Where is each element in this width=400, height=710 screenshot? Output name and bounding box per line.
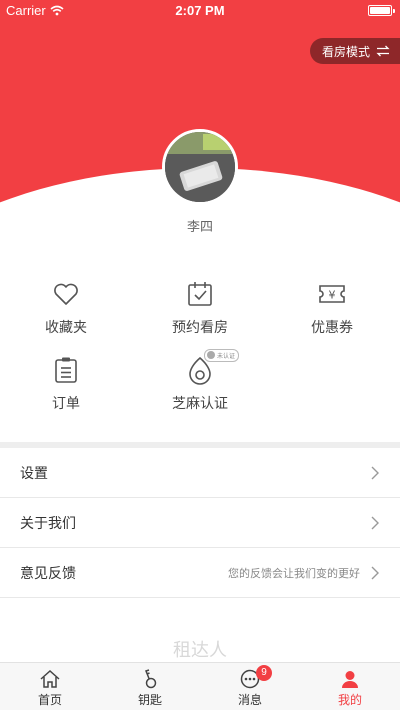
home-icon: [40, 669, 60, 688]
battery-level: [370, 7, 390, 14]
verification-status-text: 未认证: [217, 354, 236, 360]
avatar-photo: [165, 132, 235, 202]
coupons-button[interactable]: ¥ 优惠券: [272, 279, 392, 337]
footer-brand: 租达人: [173, 640, 227, 660]
tab-home[interactable]: 首页: [0, 663, 100, 710]
favorites-button[interactable]: 收藏夹: [6, 279, 126, 337]
badge-check-icon: [207, 351, 215, 359]
tab-profile-label: 我的: [337, 693, 362, 707]
avatar[interactable]: [162, 129, 238, 205]
viewing-mode-label: 看房模式: [321, 44, 370, 59]
feedback-hint: 您的反馈会让我们变的更好: [228, 567, 360, 580]
sesame-verify-label: 芝麻认证: [172, 395, 228, 411]
orders-label: 订单: [52, 395, 80, 411]
book-viewing-button[interactable]: 预约看房: [140, 279, 260, 337]
feedback-label: 意见反馈: [20, 564, 76, 581]
tab-bar: 首页 钥匙 9 消息 我的: [0, 662, 400, 710]
settings-label: 设置: [20, 464, 48, 481]
tab-home-label: 首页: [37, 693, 62, 707]
favorites-label: 收藏夹: [45, 319, 87, 335]
tab-messages-label: 消息: [237, 693, 262, 707]
about-us-row[interactable]: 关于我们: [0, 498, 400, 548]
battery-icon: [368, 5, 395, 16]
viewing-mode-button[interactable]: 看房模式: [309, 38, 400, 64]
orders-button[interactable]: 订单: [6, 355, 126, 413]
status-bar: Carrier 2:07 PM: [0, 0, 400, 20]
calendar-check-icon: [188, 282, 212, 306]
settings-row[interactable]: 设置: [0, 448, 400, 498]
coupon-icon: ¥: [319, 285, 345, 303]
verification-status-badge: 未认证: [204, 349, 240, 362]
book-viewing-label: 预约看房: [172, 319, 228, 335]
profile-icon: [342, 671, 358, 688]
status-time: 2:07 PM: [175, 3, 225, 18]
tab-messages[interactable]: 9 消息: [200, 663, 300, 710]
chevron-right-icon: [371, 566, 379, 579]
switch-arrows-icon: [376, 45, 390, 57]
coupons-label: 优惠券: [311, 319, 353, 335]
chevron-right-icon: [371, 516, 379, 529]
heart-icon: [54, 283, 78, 305]
chevron-right-icon: [371, 466, 379, 479]
key-icon: [145, 669, 157, 689]
unread-count-badge: 9: [256, 665, 272, 681]
username: 李四: [186, 219, 213, 234]
clipboard-icon: [55, 357, 77, 383]
tab-keys-label: 钥匙: [137, 693, 162, 707]
tab-keys[interactable]: 钥匙: [100, 663, 200, 710]
tab-profile[interactable]: 我的: [300, 663, 400, 710]
svg-text:¥: ¥: [329, 289, 336, 302]
about-us-label: 关于我们: [20, 514, 76, 531]
feedback-row[interactable]: 意见反馈 您的反馈会让我们变的更好: [0, 548, 400, 598]
sesame-verify-button[interactable]: 未认证 芝麻认证: [140, 349, 260, 413]
